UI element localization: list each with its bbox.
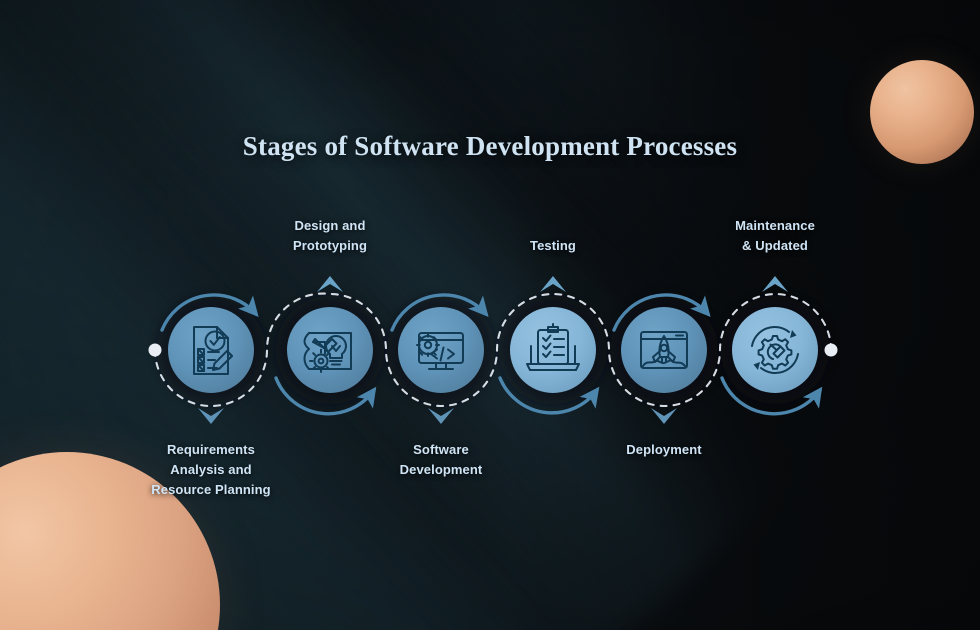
stage-circle-6[interactable] — [732, 307, 818, 393]
chevron-down-icon-3 — [428, 408, 454, 424]
stage-circle-5[interactable] — [621, 307, 707, 393]
stage-label-6: Maintenance & Updated — [735, 218, 815, 253]
chevron-down-icon-5 — [651, 408, 677, 424]
infographic-poster: Stages of Software Development Processes — [0, 0, 980, 630]
stage-label-1: Requirements Analysis and Resource Plann… — [151, 442, 271, 497]
chevron-up-icon-6 — [762, 276, 788, 292]
stage-circle-4[interactable] — [510, 307, 596, 393]
path-end-dot-marker — [824, 343, 838, 357]
process-flow-diagram — [148, 276, 838, 424]
stage-circle-3[interactable] — [398, 307, 484, 393]
stage-label-3: Software Development — [399, 442, 483, 477]
stage-circle-1[interactable] — [168, 307, 254, 393]
stage-label-2: Design and Prototyping — [292, 218, 368, 253]
stage-circle-2[interactable] — [287, 307, 373, 393]
chevron-up-icon-4 — [540, 276, 566, 292]
chevron-up-icon-2 — [317, 276, 343, 292]
stage-label-4: Testing — [530, 238, 576, 253]
chevron-down-icon-1 — [198, 408, 224, 424]
stage-label-5: Deployment — [626, 442, 702, 457]
path-start-dot-marker — [148, 343, 162, 357]
